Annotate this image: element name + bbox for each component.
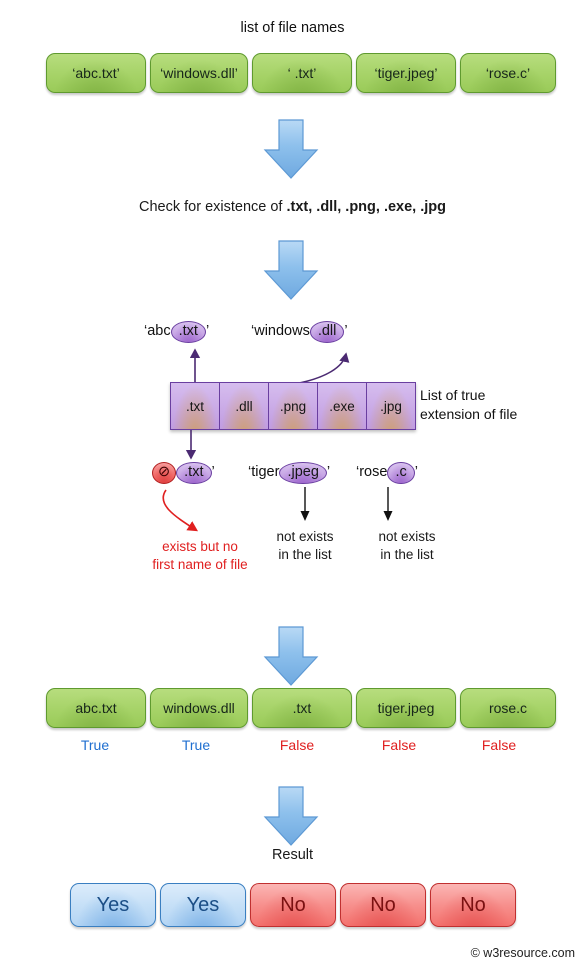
extension-list-label: List of true extension of file: [420, 386, 517, 424]
token-windows-close: ’: [344, 323, 348, 339]
result-label: Result: [271, 847, 314, 863]
bool-value: True: [80, 737, 110, 753]
extension-list-strip: .txt .dll .png .exe .jpg: [170, 382, 416, 430]
extension-list-label-line1: List of true: [420, 387, 486, 403]
bool-value: False: [481, 737, 517, 753]
token-tiger-name: ‘tiger: [248, 464, 280, 480]
filename-box: tiger.jpeg: [356, 688, 456, 728]
input-file-row: ‘abc.txt’ ‘windows.dll’ ‘ .txt’ ‘tiger.j…: [46, 53, 556, 93]
extension-cell: .txt: [171, 383, 220, 429]
check-step-prefix: Check for existence of: [138, 199, 287, 215]
extension-cell: .png: [269, 383, 318, 429]
filename-box: windows.dll: [150, 688, 248, 728]
extension-list-label-line2: extension of file: [420, 405, 518, 422]
filename-box: rose.c: [460, 688, 556, 728]
rose-note-line1: not exists: [378, 529, 436, 544]
extension-cell: .dll: [220, 383, 269, 429]
down-arrow-icon: [263, 625, 319, 687]
tiger-note-arrow-icon: [300, 487, 310, 521]
bool-value: True: [181, 737, 211, 753]
token-rose-close: ’: [414, 464, 418, 480]
token-abc-name: ‘abc: [144, 323, 171, 339]
filename-row: abc.txt windows.dll .txt tiger.jpeg rose…: [46, 688, 556, 728]
result-box-no: No: [250, 883, 336, 927]
connector-blank-arrow: [185, 430, 197, 460]
result-box-yes: Yes: [70, 883, 156, 927]
rose-note-arrow-icon: [383, 487, 393, 521]
filename-box: abc.txt: [46, 688, 146, 728]
filename-box: .txt: [252, 688, 352, 728]
input-file-box: ‘abc.txt’: [46, 53, 146, 93]
blank-note-arrow-icon: [162, 489, 199, 532]
extension-cell: .exe: [318, 383, 367, 429]
page-title: list of file names: [240, 20, 345, 36]
token-tiger-close: ’: [326, 464, 331, 480]
token-tiger-ext: .jpeg: [279, 462, 327, 485]
rose-note-line2: in the list: [380, 547, 434, 563]
down-arrow-icon: [263, 239, 319, 301]
result-box-no: No: [340, 883, 426, 927]
input-file-box: ‘tiger.jpeg’: [356, 53, 456, 93]
input-file-box: ‘ .txt’: [252, 53, 352, 93]
extension-cell: .jpg: [367, 383, 415, 429]
input-file-box: ‘windows.dll’: [150, 53, 248, 93]
check-step-extensions: .txt, .dll, .png, .exe, .jpg: [286, 199, 446, 215]
bool-value: False: [381, 737, 417, 753]
check-step-caption: Check for existence of .txt, .dll, .png,…: [0, 199, 585, 215]
credit-text: © w3resource.com: [470, 946, 575, 960]
result-box-no: No: [430, 883, 516, 927]
token-abc-close: ’: [205, 323, 210, 339]
result-box-yes: Yes: [160, 883, 246, 927]
token-windows-name: ‘windows: [251, 323, 310, 339]
result-row: Yes Yes No No No: [70, 883, 516, 927]
bool-value: False: [279, 737, 315, 753]
connector-arrows: [189, 348, 350, 388]
token-rose-name: ‘rose: [356, 464, 388, 480]
token-rose: ‘rose .c’: [356, 462, 418, 485]
token-rose-ext: .c: [387, 462, 415, 485]
rose-note: not exists in the list: [347, 528, 467, 564]
down-arrow-icon: [263, 118, 319, 180]
down-arrow-icon: [263, 785, 319, 847]
token-tiger: ‘tiger .jpeg’: [248, 462, 331, 485]
input-file-box: ‘rose.c’: [460, 53, 556, 93]
